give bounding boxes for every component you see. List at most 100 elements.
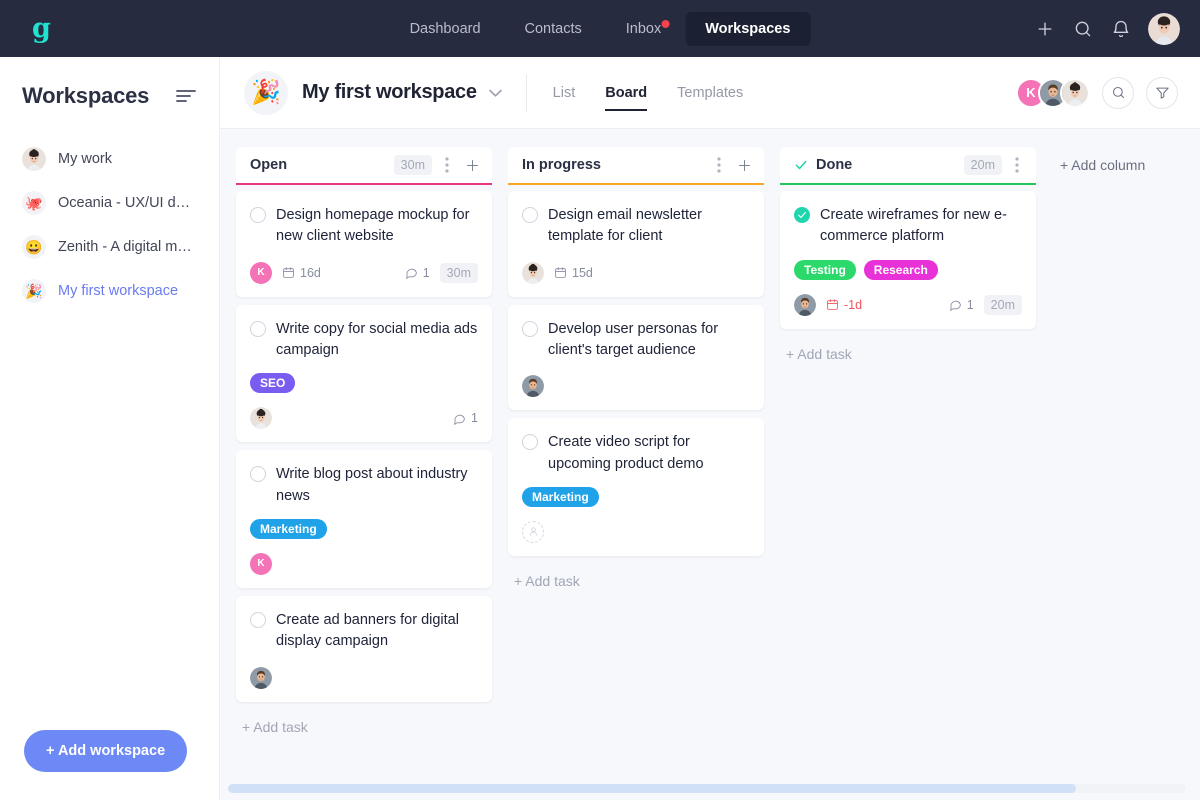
nav-item-label: Dashboard: [409, 20, 481, 37]
board-column-in-progress: In progress Design email newsletter templ…: [508, 147, 764, 589]
column-header: Open 30m: [236, 147, 492, 185]
nav-item-workspaces[interactable]: Workspaces: [685, 11, 811, 46]
task-complete-checkbox[interactable]: [522, 207, 538, 223]
task-comment-count[interactable]: 1: [453, 411, 478, 425]
task-tag[interactable]: Research: [863, 259, 938, 280]
sidebar-item-oceania-ux-ui-desig[interactable]: 🐙 Oceania - UX/UI desig...: [0, 181, 219, 225]
board-search-button[interactable]: [1102, 76, 1134, 109]
sidebar-item-zenith-a-digital-mark[interactable]: 😀 Zenith - A digital mark...: [0, 225, 219, 269]
task-complete-checkbox[interactable]: [250, 611, 266, 628]
comment-icon: [405, 268, 417, 280]
task-comment-count[interactable]: 1: [405, 266, 430, 280]
column-menu-icon[interactable]: [710, 156, 728, 174]
nav-item-dashboard[interactable]: Dashboard: [390, 12, 501, 46]
add-task-button[interactable]: + Add task: [780, 337, 1036, 362]
main-nav: Dashboard Contacts Inbox Workspaces: [390, 11, 811, 46]
add-task-button[interactable]: + Add task: [508, 564, 764, 589]
task-tags: Marketing: [522, 486, 750, 507]
column-title[interactable]: Open: [250, 157, 287, 173]
task-card[interactable]: Write copy for social media ads campaign…: [236, 304, 492, 443]
sidebar-item-my-work[interactable]: My work: [0, 137, 219, 181]
task-complete-checkbox[interactable]: [250, 207, 266, 223]
assignee-placeholder-icon[interactable]: [522, 520, 544, 543]
search-icon[interactable]: [1072, 18, 1094, 40]
task-complete-checkbox[interactable]: [250, 466, 266, 483]
notifications-bell-icon[interactable]: [1110, 18, 1132, 40]
task-tag[interactable]: SEO: [250, 373, 296, 394]
app-logo[interactable]: g: [20, 15, 51, 42]
task-title: Create ad banners for digital display ca…: [276, 611, 459, 650]
sidebar-item-emoji-icon: 🎉: [22, 279, 46, 303]
add-task-button[interactable]: + Add task: [236, 710, 492, 735]
task-card-footer: [522, 520, 750, 543]
workspace-name[interactable]: My first workspace: [302, 81, 477, 104]
column-menu-icon[interactable]: [438, 156, 456, 174]
sidebar-item-label: Oceania - UX/UI desig...: [58, 195, 197, 211]
task-complete-checkbox[interactable]: [522, 434, 538, 451]
task-tag[interactable]: Testing: [794, 259, 856, 280]
column-title[interactable]: Done: [816, 157, 852, 173]
task-assignee-avatar[interactable]: [250, 666, 272, 689]
board-column-done: Done 20m Create wireframes for new e-comme…: [780, 147, 1036, 362]
sidebar-item-label: My first workspace: [58, 283, 179, 299]
task-due-date-label: -1d: [844, 297, 863, 312]
column-add-task-icon[interactable]: [462, 155, 482, 175]
tab-list[interactable]: List: [553, 57, 576, 129]
task-assignee-avatar[interactable]: [794, 293, 816, 316]
column-menu-icon[interactable]: [1008, 156, 1026, 174]
tab-templates[interactable]: Templates: [677, 57, 743, 129]
task-card[interactable]: Create wireframes for new e-commerce pla…: [780, 191, 1036, 329]
task-card[interactable]: Write blog post about industry news Marke…: [236, 450, 492, 588]
column-cards: Design homepage mockup for new client we…: [236, 185, 492, 735]
task-complete-checkbox[interactable]: [250, 320, 266, 337]
task-due-date: 15d: [554, 266, 593, 280]
column-header: In progress: [508, 147, 764, 185]
task-title: Write copy for social media ads campaign: [276, 320, 478, 358]
column-check-icon: [794, 158, 808, 172]
nav-item-inbox[interactable]: Inbox: [606, 12, 681, 46]
task-card[interactable]: Design email newsletter template for cli…: [508, 191, 764, 297]
sidebar-item-label: My work: [58, 151, 112, 167]
task-tags: Marketing: [250, 518, 478, 539]
sidebar-item-emoji-icon: 😀: [22, 235, 46, 259]
column-title[interactable]: In progress: [522, 157, 601, 173]
calendar-icon: [827, 299, 838, 310]
task-card[interactable]: Create ad banners for digital display ca…: [236, 595, 492, 702]
column-add-task-icon[interactable]: [734, 155, 754, 175]
task-card[interactable]: Design homepage mockup for new client we…: [236, 191, 492, 297]
task-assignee-avatar[interactable]: [250, 407, 272, 430]
add-workspace-button[interactable]: + Add workspace: [24, 730, 188, 772]
add-column-button[interactable]: + Add column: [1052, 147, 1153, 183]
task-card[interactable]: Create video script for upcoming product…: [508, 418, 764, 556]
collapse-sidebar-icon[interactable]: [175, 85, 197, 107]
filter-icon[interactable]: [1146, 76, 1178, 109]
task-card[interactable]: Develop user personas for client's targe…: [508, 304, 764, 411]
task-card-top: Create video script for upcoming product…: [522, 432, 750, 475]
task-assignee-avatar[interactable]: K: [250, 552, 272, 575]
column-header-actions: 30m: [393, 155, 482, 175]
horizontal-scrollbar[interactable]: [228, 784, 1186, 793]
task-tag[interactable]: Marketing: [250, 518, 327, 539]
task-comment-count[interactable]: 1: [949, 298, 974, 312]
chevron-down-icon[interactable]: [488, 89, 502, 97]
member-avatar[interactable]: [1060, 77, 1090, 108]
task-assignee-avatar[interactable]: [522, 375, 544, 398]
task-assignee-avatar[interactable]: K: [250, 261, 272, 284]
task-tag[interactable]: Marketing: [522, 486, 599, 507]
scrollbar-thumb[interactable]: [228, 784, 1076, 793]
add-icon[interactable]: [1034, 18, 1056, 40]
task-complete-checkbox[interactable]: [522, 320, 538, 337]
sidebar-item-avatar: [22, 147, 46, 171]
tab-board[interactable]: Board: [605, 57, 647, 129]
nav-item-label: Workspaces: [705, 20, 791, 37]
sidebar-item-my-first-workspace[interactable]: 🎉 My first workspace: [0, 269, 219, 313]
avatar[interactable]: [1148, 12, 1180, 45]
task-tags: Testing Research: [794, 259, 1022, 280]
task-title: Design homepage mockup for new client we…: [276, 207, 470, 245]
nav-item-label: Contacts: [524, 20, 582, 37]
task-complete-checkbox[interactable]: [794, 207, 810, 223]
column-header: Done 20m: [780, 147, 1036, 185]
main-content: 🎉 My first workspace List Board Templates …: [220, 57, 1200, 800]
nav-item-contacts[interactable]: Contacts: [505, 12, 602, 46]
task-assignee-avatar[interactable]: [522, 261, 544, 284]
